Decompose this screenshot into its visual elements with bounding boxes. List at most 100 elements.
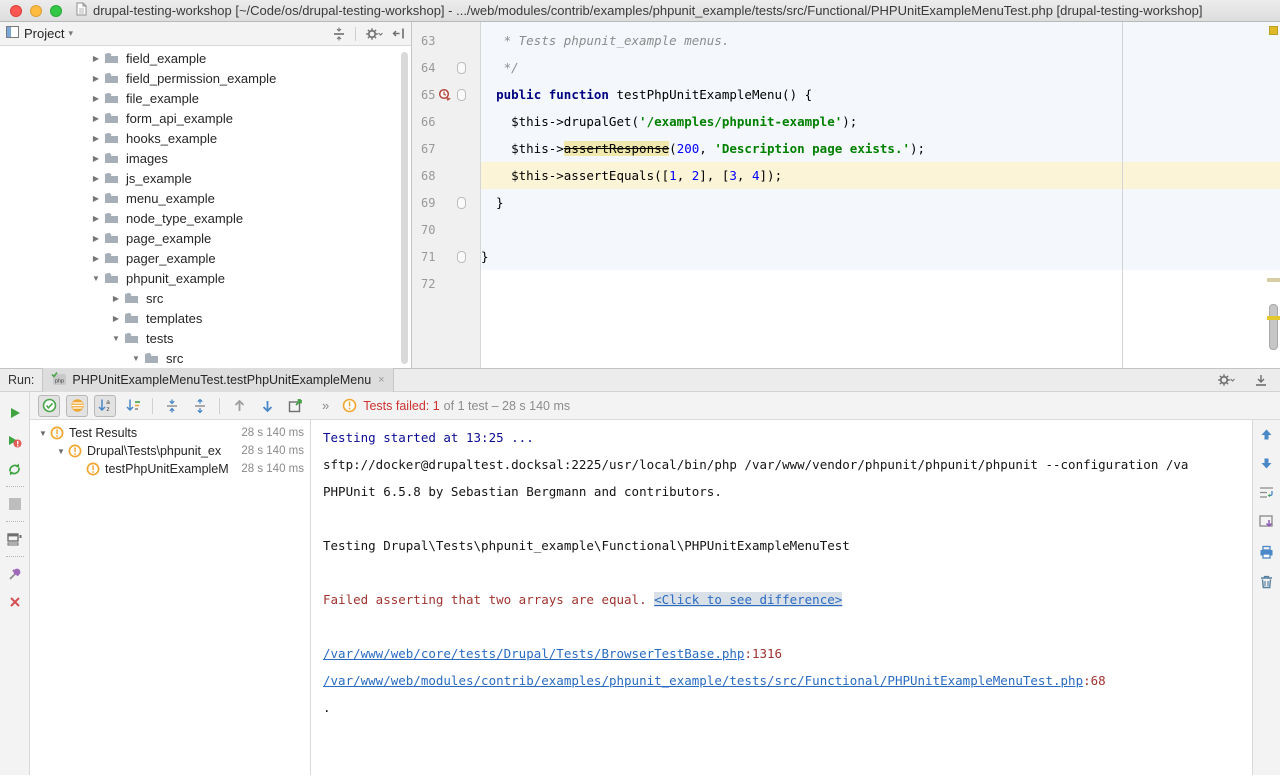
chevron-collapsed-icon[interactable]: ▶ bbox=[88, 114, 104, 123]
fold-marker-icon[interactable] bbox=[457, 197, 466, 209]
chevron-expanded-icon[interactable]: ▼ bbox=[88, 274, 104, 283]
chevron-collapsed-icon[interactable]: ▶ bbox=[88, 134, 104, 143]
test-tree-item[interactable]: ▼Test Results28 s 140 ms bbox=[30, 424, 310, 442]
project-tree-item[interactable]: ▶field_permission_example bbox=[0, 68, 411, 88]
stop-button[interactable] bbox=[0, 490, 29, 518]
project-tree-item[interactable]: ▼phpunit_example bbox=[0, 268, 411, 288]
chevron-collapsed-icon[interactable]: ▶ bbox=[108, 294, 124, 303]
run-tab[interactable]: php PHPUnitExampleMenuTest.testPhpUnitEx… bbox=[42, 368, 393, 392]
project-tree-item[interactable]: ▼src bbox=[0, 348, 411, 368]
test-console-output[interactable]: Testing started at 13:25 ...sftp://docke… bbox=[310, 420, 1252, 775]
code-segment: 200 bbox=[677, 141, 700, 156]
run-settings-gear-button[interactable] bbox=[1217, 373, 1235, 387]
chevron-expanded-icon[interactable]: ▼ bbox=[128, 354, 144, 363]
hide-panel-button[interactable] bbox=[392, 27, 405, 40]
project-tree: ▶field_example▶field_permission_example▶… bbox=[0, 46, 411, 368]
project-tree-item[interactable]: ▶menu_example bbox=[0, 188, 411, 208]
fold-marker-icon[interactable] bbox=[457, 89, 466, 101]
failed-test-clock-icon[interactable] bbox=[438, 88, 451, 101]
collapse-all-button[interactable] bbox=[332, 27, 346, 41]
chevron-collapsed-icon[interactable]: ▶ bbox=[108, 314, 124, 323]
gutter-cell: 67 bbox=[412, 135, 481, 162]
chevron-expanded-icon[interactable]: ▼ bbox=[54, 447, 68, 456]
project-tree-item[interactable]: ▶field_example bbox=[0, 48, 411, 68]
console-link[interactable]: /var/www/web/core/tests/Drupal/Tests/Bro… bbox=[323, 646, 744, 661]
project-tree-item[interactable]: ▶src bbox=[0, 288, 411, 308]
previous-failed-test-button[interactable] bbox=[228, 395, 250, 417]
show-passed-button[interactable] bbox=[38, 395, 60, 417]
close-panel-button[interactable] bbox=[0, 588, 29, 616]
chevron-collapsed-icon[interactable]: ▶ bbox=[88, 74, 104, 83]
next-failed-test-button[interactable] bbox=[256, 395, 278, 417]
editor-line[interactable]: 64 */ bbox=[412, 54, 1280, 81]
chevron-collapsed-icon[interactable]: ▶ bbox=[88, 94, 104, 103]
editor-line[interactable]: 71} bbox=[412, 243, 1280, 270]
chevron-collapsed-icon[interactable]: ▶ bbox=[88, 154, 104, 163]
up-stack-trace-button[interactable] bbox=[1260, 428, 1273, 444]
editor-line[interactable]: 65 public function testPhpUnitExampleMen… bbox=[412, 81, 1280, 108]
editor-scrollbar[interactable] bbox=[1269, 304, 1278, 350]
test-tree-item[interactable]: testPhpUnitExampleM28 s 140 ms bbox=[30, 460, 310, 478]
scroll-to-end-button[interactable] bbox=[1259, 515, 1274, 532]
project-tree-scrollbar[interactable] bbox=[401, 52, 408, 364]
sort-alphabetically-button[interactable]: az bbox=[94, 395, 116, 417]
chevron-collapsed-icon[interactable]: ▶ bbox=[88, 214, 104, 223]
project-tree-item[interactable]: ▶hooks_example bbox=[0, 128, 411, 148]
close-tab-icon[interactable]: × bbox=[378, 374, 384, 386]
console-link[interactable]: /var/www/web/modules/contrib/examples/ph… bbox=[323, 673, 1083, 688]
project-tree-item[interactable]: ▶node_type_example bbox=[0, 208, 411, 228]
editor-line[interactable]: 68 $this->assertEquals([1, 2], [3, 4]); bbox=[412, 162, 1280, 189]
zoom-window-button[interactable] bbox=[50, 5, 62, 17]
soft-wrap-button[interactable] bbox=[1259, 486, 1274, 502]
clear-all-button[interactable] bbox=[1260, 575, 1273, 592]
project-tree-item[interactable]: ▼tests bbox=[0, 328, 411, 348]
print-button[interactable] bbox=[1259, 545, 1274, 562]
more-actions-chevrons[interactable]: » bbox=[322, 398, 329, 413]
settings-gear-button[interactable] bbox=[365, 27, 383, 41]
rerun-tests-button[interactable] bbox=[0, 399, 29, 427]
project-tree-item[interactable]: ▶images bbox=[0, 148, 411, 168]
hide-run-panel-button[interactable] bbox=[1254, 374, 1268, 387]
editor-line[interactable]: 69 } bbox=[412, 189, 1280, 216]
editor-line[interactable]: 72 bbox=[412, 270, 1280, 297]
chevron-expanded-icon[interactable]: ▼ bbox=[108, 334, 124, 343]
editor-line[interactable]: 66 $this->drupalGet('/examples/phpunit-e… bbox=[412, 108, 1280, 135]
fold-marker-icon[interactable] bbox=[457, 62, 466, 74]
editor-line[interactable]: 63 * Tests phpunit_example menus. bbox=[412, 27, 1280, 54]
close-window-button[interactable] bbox=[10, 5, 22, 17]
pin-tab-button[interactable] bbox=[0, 560, 29, 588]
console-link[interactable]: <Click to see difference> bbox=[654, 592, 842, 607]
chevron-collapsed-icon[interactable]: ▶ bbox=[88, 254, 104, 263]
rerun-failed-tests-button[interactable] bbox=[0, 427, 29, 455]
toggle-auto-test-button[interactable] bbox=[0, 455, 29, 483]
collapse-all-button[interactable] bbox=[189, 395, 211, 417]
test-tree-item[interactable]: ▼Drupal\Tests\phpunit_ex28 s 140 ms bbox=[30, 442, 310, 460]
project-tree-item[interactable]: ▶page_example bbox=[0, 228, 411, 248]
stripe-warning-mark[interactable] bbox=[1267, 278, 1280, 282]
sort-by-duration-button[interactable] bbox=[122, 395, 144, 417]
project-tree-item[interactable]: ▶templates bbox=[0, 308, 411, 328]
expand-all-button[interactable] bbox=[161, 395, 183, 417]
stripe-caret-mark[interactable] bbox=[1267, 316, 1280, 320]
project-tree-item[interactable]: ▶file_example bbox=[0, 88, 411, 108]
editor-line[interactable]: 70 bbox=[412, 216, 1280, 243]
project-tree-item[interactable]: ▶pager_example bbox=[0, 248, 411, 268]
down-stack-trace-button[interactable] bbox=[1260, 457, 1273, 473]
chevron-collapsed-icon[interactable]: ▶ bbox=[88, 194, 104, 203]
restore-layout-button[interactable] bbox=[0, 525, 29, 553]
inspection-status-icon[interactable] bbox=[1269, 26, 1278, 35]
chevron-collapsed-icon[interactable]: ▶ bbox=[88, 54, 104, 63]
export-test-results-button[interactable] bbox=[284, 395, 306, 417]
chevron-expanded-icon[interactable]: ▼ bbox=[36, 429, 50, 438]
chevron-collapsed-icon[interactable]: ▶ bbox=[88, 234, 104, 243]
project-tree-item[interactable]: ▶js_example bbox=[0, 168, 411, 188]
editor-line[interactable]: 67 $this->assertResponse(200, 'Descripti… bbox=[412, 135, 1280, 162]
chevron-collapsed-icon[interactable]: ▶ bbox=[88, 174, 104, 183]
code-editor[interactable]: 63 * Tests phpunit_example menus.64 */65… bbox=[412, 22, 1280, 368]
show-ignored-button[interactable] bbox=[66, 395, 88, 417]
fold-marker-icon[interactable] bbox=[457, 251, 466, 263]
chevron-down-icon[interactable]: ▾ bbox=[68, 28, 73, 39]
project-panel-title[interactable]: Project bbox=[24, 26, 64, 41]
minimize-window-button[interactable] bbox=[30, 5, 42, 17]
project-tree-item[interactable]: ▶form_api_example bbox=[0, 108, 411, 128]
